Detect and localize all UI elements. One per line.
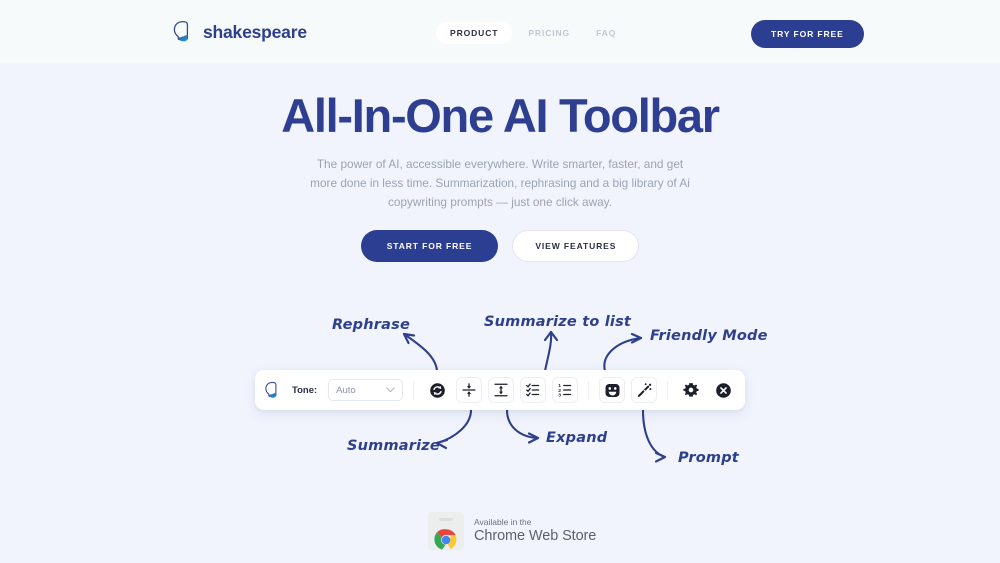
view-features-button[interactable]: VIEW FEATURES [512, 230, 640, 262]
annotation-prompt: Prompt [678, 450, 739, 466]
tone-select[interactable]: Auto [328, 379, 403, 401]
annotation-summarize: Summarize [347, 438, 440, 454]
numbered-list-button[interactable]: 1 2 3 [552, 377, 578, 403]
prompt-button[interactable] [631, 377, 657, 403]
toolbar-divider-2 [588, 380, 589, 400]
toolbar-divider-1 [413, 380, 414, 400]
hero-subtitle: The power of AI, accessible everywhere. … [310, 157, 690, 209]
refresh-circle-icon [429, 382, 445, 398]
arrow-expand [505, 408, 540, 440]
page-title: All-In-One AI Toolbar [281, 89, 720, 142]
nav-item-faq[interactable]: FAQ [586, 22, 626, 44]
toolbar-shakespeare-logo-icon [265, 381, 277, 398]
summarize-button[interactable] [456, 377, 482, 403]
annotation-summarize-to-list: Summarize to list [484, 314, 632, 330]
checklist-icon [526, 383, 540, 397]
expand-button[interactable] [488, 377, 514, 403]
arrow-friendly-mode [603, 336, 643, 373]
tone-selected-value: Auto [336, 384, 356, 396]
arrow-prompt [641, 408, 667, 459]
numbered-list-icon: 1 2 3 [558, 383, 572, 398]
site-header: shakespeare PRODUCT PRICING FAQ TRY FOR … [0, 0, 1000, 63]
chrome-store-bag [428, 512, 464, 550]
hero-cta-row: START FOR FREE VIEW FEATURES [0, 230, 1000, 262]
toolbar-divider-3 [667, 380, 668, 400]
settings-button[interactable] [678, 377, 704, 403]
expand-arrows-icon [494, 383, 508, 397]
rephrase-button[interactable] [424, 377, 450, 403]
chrome-logo-icon [434, 529, 457, 550]
annotation-rephrase: Rephrase [332, 317, 410, 333]
arrow-rephrase [402, 332, 439, 374]
start-for-free-button[interactable]: START FOR FREE [360, 230, 499, 262]
nav-item-pricing[interactable]: PRICING [518, 22, 580, 44]
arrow-summarize [435, 408, 473, 445]
nav-item-product[interactable]: PRODUCT [436, 22, 513, 44]
chrome-badge-top-line: Available in the [474, 516, 532, 527]
tone-label: Tone: [292, 384, 318, 396]
annotation-arrows [402, 330, 667, 463]
arrow-summarize-to-list [543, 330, 553, 373]
friendly-mode-button[interactable] [599, 377, 625, 403]
chrome-web-store-badge[interactable]: Available in the Chrome Web Store [428, 512, 596, 550]
brand-name: shakespeare [203, 21, 307, 42]
close-circle-icon [715, 382, 731, 398]
main-nav: PRODUCT PRICING FAQ [436, 22, 626, 44]
magic-wand-icon [637, 382, 651, 397]
chevron-down-icon [386, 387, 395, 393]
gear-icon [683, 383, 699, 397]
shakespeare-head-logo-icon [173, 20, 189, 42]
brand-logo[interactable]: shakespeare [172, 20, 307, 44]
chrome-badge-text: Available in the Chrome Web Store [474, 517, 596, 546]
annotation-friendly-mode: Friendly Mode [650, 328, 768, 344]
smiley-face-icon [605, 383, 619, 397]
close-button[interactable] [710, 377, 736, 403]
try-for-free-button[interactable]: TRY FOR FREE [751, 20, 864, 48]
chrome-badge-main-line: Chrome Web Store [474, 528, 597, 545]
annotation-expand: Expand [546, 430, 608, 446]
summarize-to-list-button[interactable] [520, 377, 546, 403]
bag-handle [439, 518, 453, 521]
ai-toolbar-panel: Tone: Auto 1 2 3 [255, 370, 745, 410]
compress-arrows-icon [462, 383, 476, 397]
svg-text:3: 3 [558, 392, 561, 398]
